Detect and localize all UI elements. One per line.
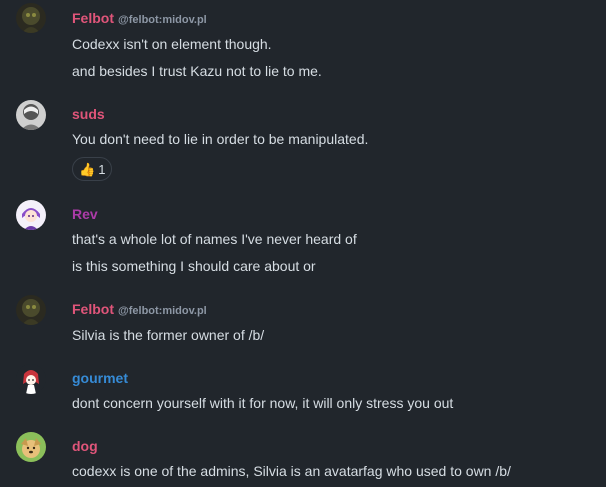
message-body: Silvia is the former owner of /b/ [72, 327, 265, 343]
message-timeline: Felbot @felbot:midov.pl Codexx isn't on e… [0, 0, 606, 487]
message-body: codexx is one of the admins, Silvia is a… [72, 463, 511, 479]
message-body: dont concern yourself with it for now, i… [72, 395, 454, 411]
sender-line: gourmet [72, 369, 128, 387]
message-body: Codexx isn't on element though. [72, 36, 272, 52]
message-body: is this something I should care about or [72, 258, 316, 274]
sender-name[interactable]: Rev [72, 206, 98, 222]
gourmet-avatar-icon[interactable] [16, 364, 46, 394]
suds-avatar-icon[interactable] [16, 100, 46, 130]
thumbs-up-icon: 👍 [79, 161, 96, 177]
sender-line: suds [72, 105, 105, 123]
message-body: You don't need to lie in order to be man… [72, 131, 369, 147]
message-body: that's a whole lot of names I've never h… [72, 231, 357, 247]
sender-mxid: @felbot:midov.pl [118, 305, 207, 317]
rev-avatar-icon[interactable] [16, 200, 46, 230]
sender-name[interactable]: dog [72, 438, 98, 454]
sender-name[interactable]: gourmet [72, 370, 128, 386]
felbot-avatar-icon[interactable] [16, 3, 46, 33]
sender-name[interactable]: Felbot [72, 10, 114, 26]
sender-line: Rev [72, 205, 98, 223]
sender-line: Felbot @felbot:midov.pl [72, 300, 207, 318]
dog-avatar-icon[interactable] [16, 432, 46, 462]
sender-name[interactable]: Felbot [72, 301, 114, 317]
sender-line: dog [72, 437, 98, 455]
felbot-avatar-icon[interactable] [16, 295, 46, 325]
sender-line: Felbot @felbot:midov.pl [72, 9, 207, 27]
reaction-count: 1 [98, 161, 106, 177]
reaction-pill-thumbs-up[interactable]: 👍 1 [72, 157, 113, 181]
sender-mxid: @felbot:midov.pl [118, 14, 207, 26]
sender-name[interactable]: suds [72, 106, 105, 122]
message-body: and besides I trust Kazu not to lie to m… [72, 63, 322, 79]
